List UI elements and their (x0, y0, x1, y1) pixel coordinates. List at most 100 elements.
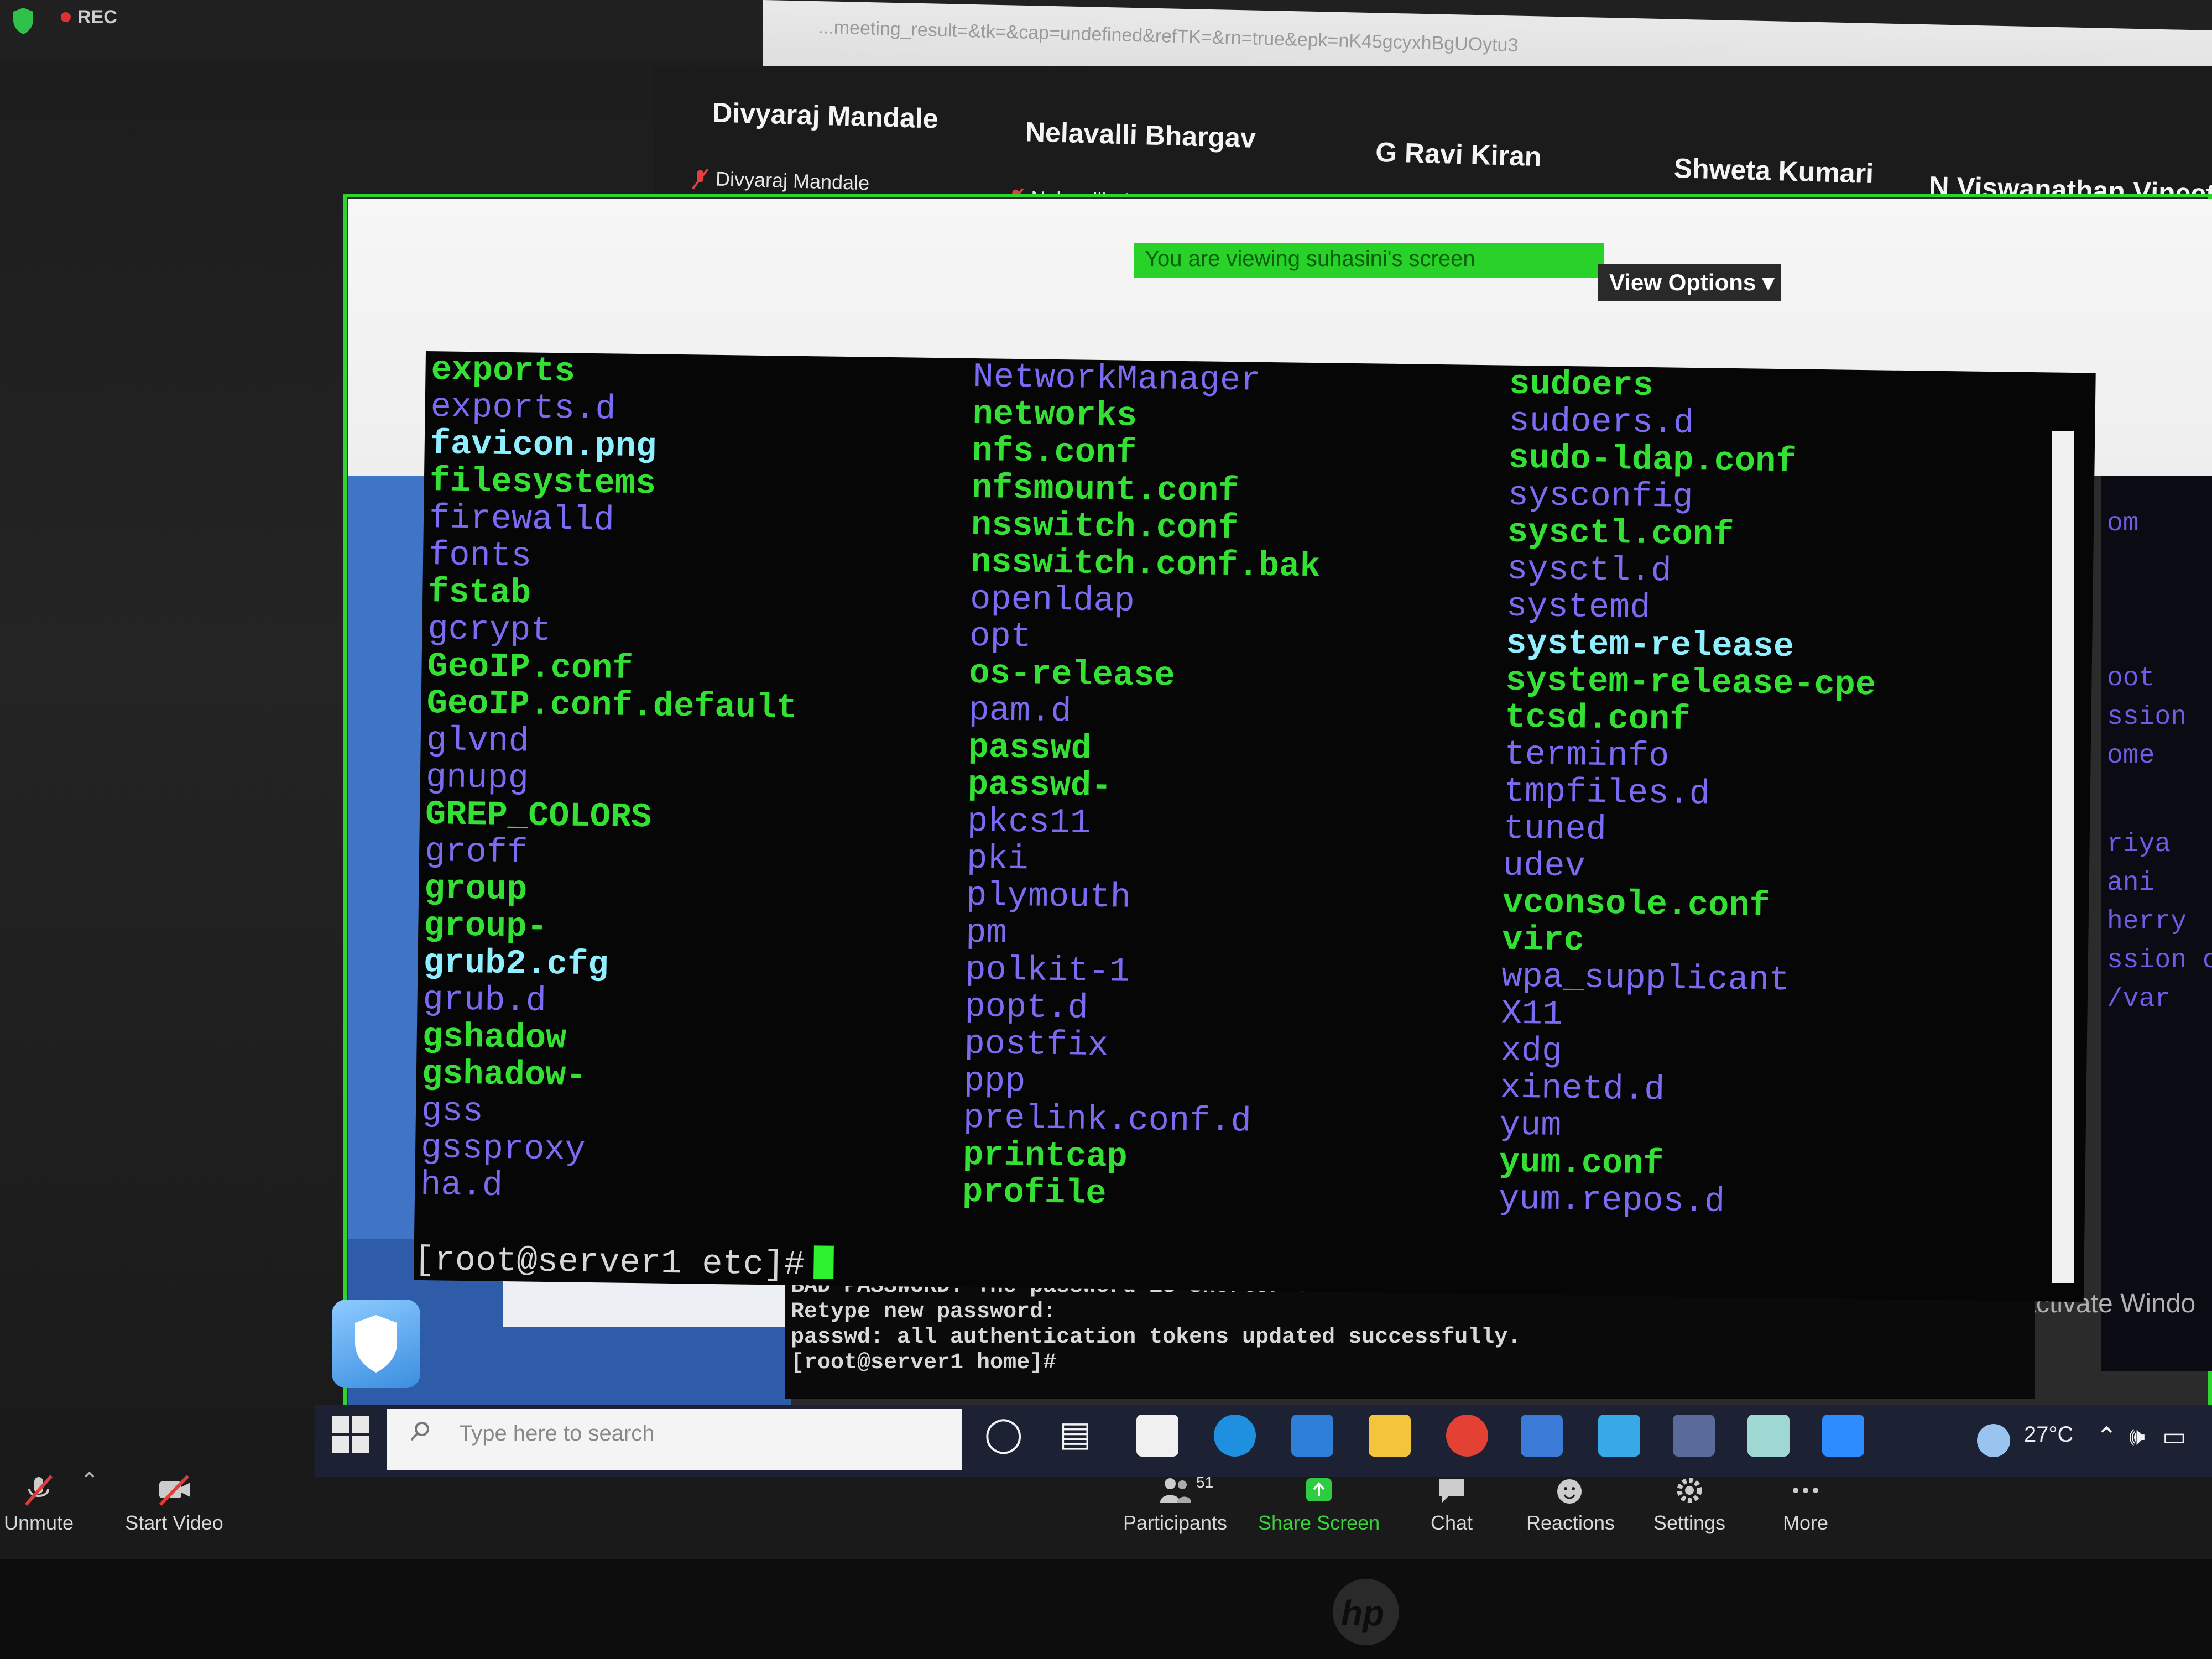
terminal-file-entry: passwd (968, 727, 1092, 769)
terminal-file-entry: GeoIP.conf (427, 646, 634, 688)
audio-options-chevron-icon[interactable]: ⌃ (80, 1468, 99, 1494)
monitor-icon[interactable]: ▭ (2162, 1421, 2186, 1451)
terminal-output-line: ssion (2107, 702, 2187, 732)
record-dot-icon (61, 12, 71, 22)
search-icon (410, 1422, 429, 1441)
chat-label: Chat (1430, 1511, 1473, 1534)
terminal-file-entry: ha.d (420, 1165, 503, 1206)
more-label: More (1782, 1511, 1829, 1534)
zoom-app-icon[interactable] (1822, 1415, 1864, 1457)
terminal-file-entry: profile (962, 1172, 1107, 1214)
search-placeholder: Type here to search (459, 1421, 655, 1446)
system-tray-chevron-icon[interactable]: ⌃ (2096, 1421, 2117, 1451)
settings-button[interactable]: Settings (1629, 1474, 1750, 1546)
view-options-label: View Options (1609, 269, 1756, 295)
terminal-file-entry: pm (965, 912, 1008, 953)
terminal-prompt: [root@server1 etc]# (414, 1240, 805, 1285)
more-button[interactable]: More (1745, 1474, 1866, 1546)
terminal-file-entry: nfs.conf (972, 431, 1137, 473)
shield-icon (13, 8, 33, 34)
start-video-button[interactable]: Start Video (113, 1474, 235, 1546)
chat-button[interactable]: Chat (1391, 1474, 1512, 1546)
windows-start-button[interactable] (332, 1416, 371, 1454)
terminal-file-entry: yum.conf (1499, 1142, 1665, 1184)
edge-browser-icon[interactable] (1214, 1415, 1256, 1457)
participants-button[interactable]: 51 Participants (1114, 1474, 1236, 1546)
unmute-label: Unmute (3, 1511, 74, 1534)
terminal-output-line: riya (2107, 830, 2171, 859)
terminal-file-entry: sudo-ldap.conf (1508, 438, 1797, 482)
terminal-file-entry: os-release (968, 653, 1175, 696)
terminal-file-entry: X11 (1501, 994, 1563, 1035)
reactions-label: Reactions (1526, 1511, 1615, 1534)
terminal-file-entry: systemd (1506, 586, 1651, 628)
weather-temperature: 27°C (2024, 1422, 2074, 1447)
reactions-button[interactable]: Reactions (1510, 1474, 1631, 1546)
terminal-file-entry: xdg (1500, 1031, 1563, 1072)
text-cursor (813, 1245, 834, 1279)
security-app-icon[interactable] (332, 1300, 420, 1388)
reaction-smiley-icon (1557, 1479, 1582, 1504)
terminal-file-entry: wpa_supplicant (1501, 957, 1790, 1000)
notes-app-icon[interactable] (1747, 1415, 1790, 1457)
terminal-file-entry: groff (424, 832, 528, 873)
gear-icon (1677, 1478, 1702, 1503)
mail-app-icon[interactable] (1291, 1415, 1333, 1457)
task-view-icon[interactable]: ▤ (1059, 1413, 1092, 1454)
terminal-file-entry: GeoIP.conf.default (426, 684, 797, 728)
terminal-file-entry: yum (1499, 1105, 1562, 1145)
terminal-file-entry: ppp (963, 1061, 1026, 1102)
terminal-file-entry: polkit-1 (964, 950, 1130, 992)
file-explorer-icon[interactable] (1369, 1415, 1411, 1457)
laptop-logo-mark: hp (1341, 1593, 1385, 1633)
terminal-file-entry: prelink.conf.d (963, 1098, 1252, 1141)
view-options-button[interactable]: View Options ▾ (1598, 264, 1781, 301)
chrome-browser-icon[interactable] (1446, 1415, 1488, 1457)
terminal-column-1: exports exports.d favicon.png filesystems fi… (420, 350, 802, 1208)
terminal-output-line: oot (2107, 664, 2155, 693)
terminal-file-entry: vconsole.conf (1502, 883, 1771, 926)
participants-count: 51 (1196, 1474, 1214, 1491)
network-app-icon[interactable] (1598, 1415, 1640, 1457)
terminal-file-entry: sysctl.d (1506, 549, 1672, 591)
task-view-circle-icon[interactable]: ◯ (984, 1413, 1022, 1454)
recording-label: REC (77, 7, 117, 28)
terminal-file-entry: plymouth (966, 875, 1131, 917)
package-app-icon[interactable] (1521, 1415, 1563, 1457)
participants-label: Participants (1123, 1511, 1228, 1534)
terminal-output-line: /var (2107, 984, 2171, 1014)
terminal-file-entry: gshadow- (421, 1054, 587, 1095)
terminal-window[interactable]: exports exports.d favicon.png filesystems fi… (414, 350, 2096, 1302)
terminal-file-entry: openldap (969, 579, 1135, 621)
terminal-file-entry: passwd- (967, 764, 1112, 806)
terminal-output-line: Retype new password: (791, 1300, 1057, 1324)
terminal-file-entry: sudoers (1509, 364, 1654, 406)
viewing-screen-banner: You are viewing suhasini's screen (1134, 243, 1604, 278)
store-app-icon[interactable] (1136, 1415, 1178, 1457)
remote-desktop-icon[interactable] (1673, 1415, 1715, 1457)
terminal-file-entry: virc (1501, 920, 1585, 961)
terminal-file-entry: popt.d (964, 987, 1089, 1028)
terminal-output-line: om (2107, 509, 2139, 539)
terminal-file-entry: gcrypt (427, 609, 552, 651)
settings-label: Settings (1653, 1511, 1726, 1534)
terminal-scrollbar[interactable] (2052, 431, 2074, 1283)
terminal-file-entry: udev (1503, 846, 1586, 886)
share-screen-button[interactable]: Share Screen (1258, 1474, 1380, 1546)
terminal-file-entry: nsswitch.conf.bak (970, 542, 1321, 587)
microphone-muted-icon (24, 1475, 53, 1506)
share-screen-label: Share Screen (1258, 1511, 1380, 1534)
terminal-file-entry: firewalld (429, 498, 615, 540)
terminal-file-entry: gssproxy (420, 1128, 586, 1170)
weather-icon[interactable] (1977, 1424, 2010, 1457)
terminal-file-entry: system-release (1505, 623, 1794, 667)
terminal-file-entry: gshadow (422, 1017, 567, 1058)
terminal-file-entry: sudoers.d (1509, 401, 1694, 444)
terminal-output-line: ome (2107, 741, 2155, 771)
terminal-prompt-line: [root@server1 etc]# (414, 1240, 834, 1285)
participant-label: Divyaraj Mandale (715, 167, 870, 195)
speaker-icon[interactable]: 🕪 (2129, 1421, 2145, 1452)
start-video-label: Start Video (125, 1511, 223, 1534)
terminal-file-entry: group (424, 869, 528, 910)
zoom-toolbar (0, 1477, 2212, 1559)
